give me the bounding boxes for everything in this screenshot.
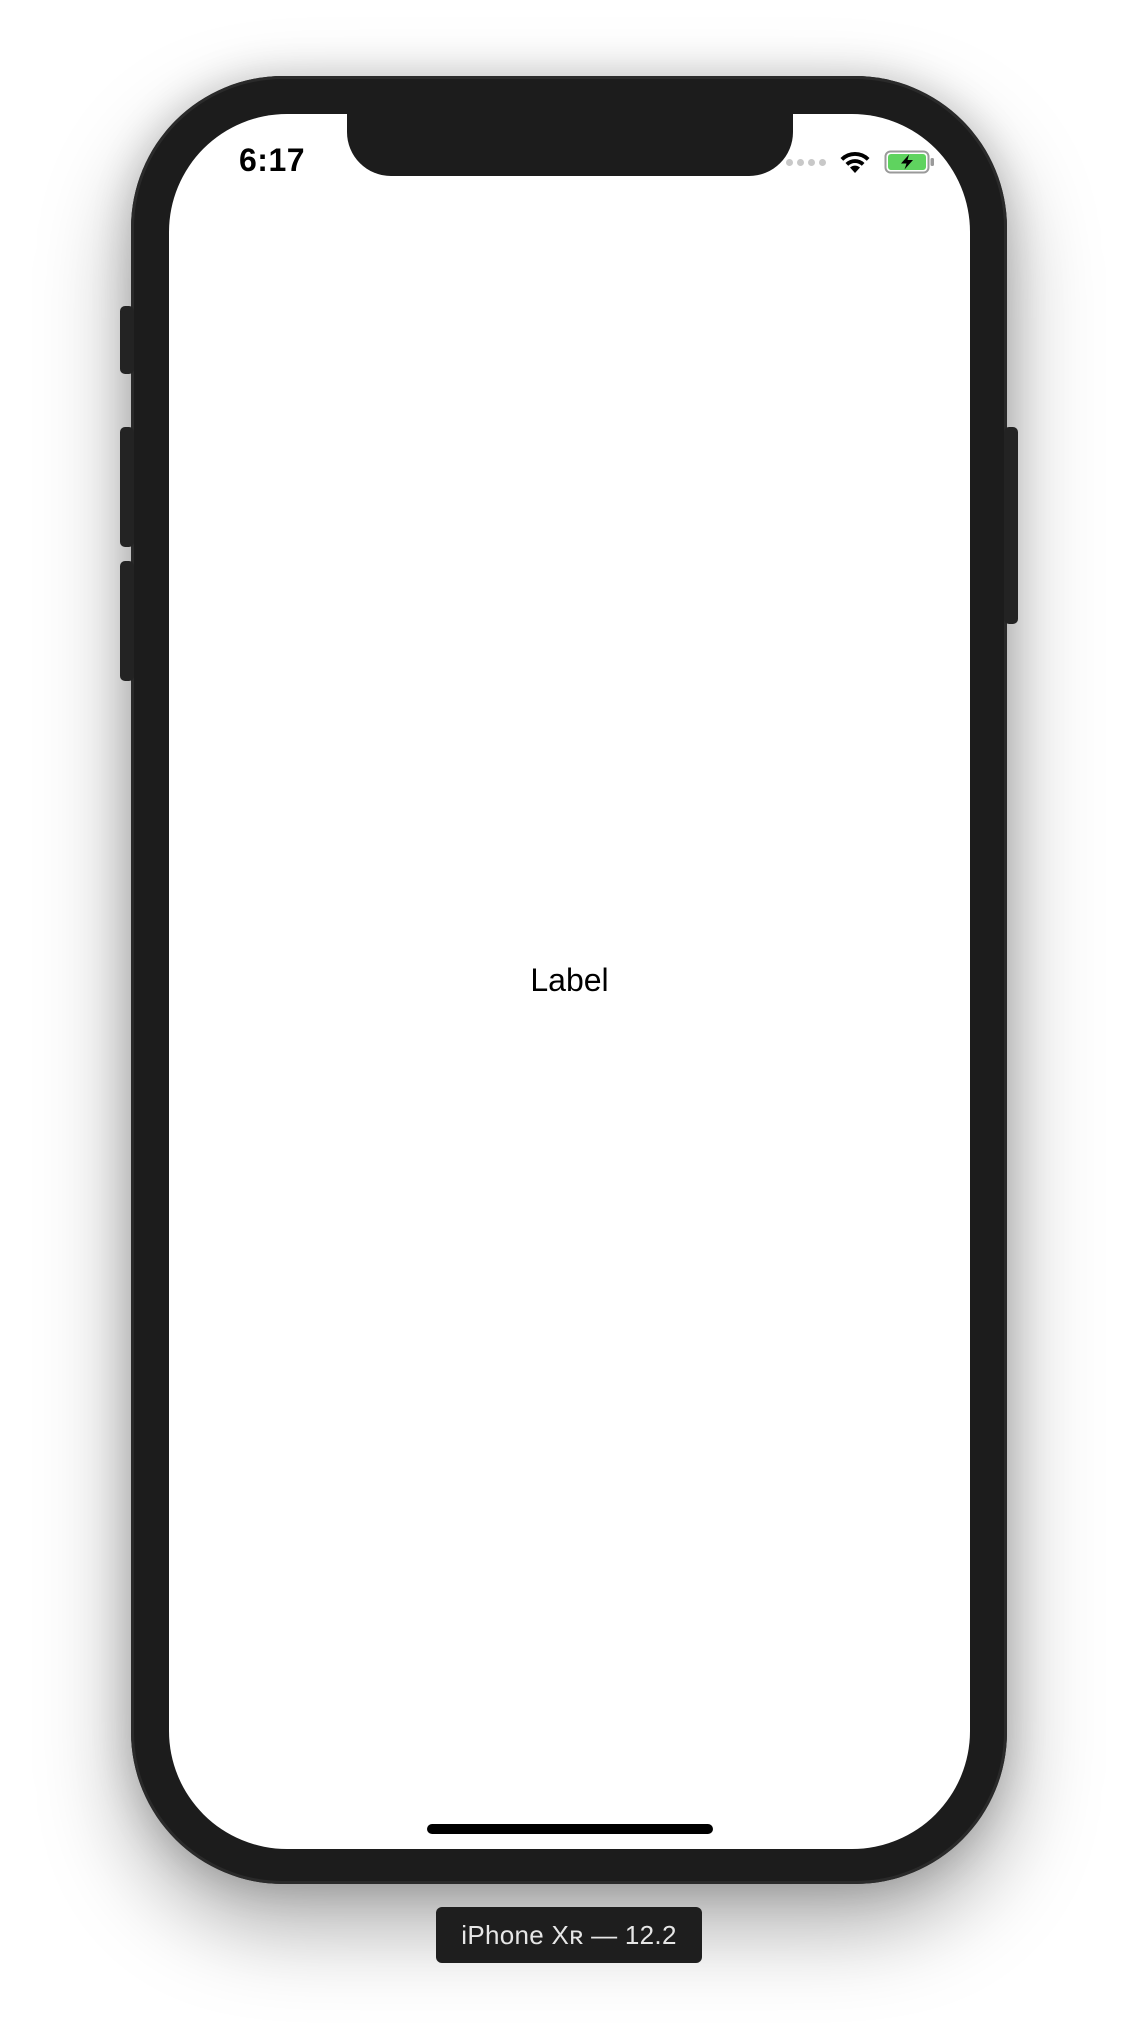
home-indicator[interactable] <box>427 1824 713 1834</box>
volume-down-button <box>120 561 134 681</box>
status-time: 6:17 <box>239 142 306 178</box>
notch <box>347 114 793 176</box>
device-screen: 6:17 Label <box>169 114 970 1849</box>
center-label: Label <box>530 962 609 998</box>
power-button <box>1004 427 1018 624</box>
status-icons <box>786 148 936 176</box>
signal-dots-icon <box>786 158 826 166</box>
volume-up-button <box>120 427 134 547</box>
device-caption: iPhone Xʀ — 12.2 <box>436 1907 702 1963</box>
silent-switch <box>120 306 134 374</box>
simulator-stage: 6:17 Label iPhone Xʀ — 12.2 <box>0 0 1138 2034</box>
wifi-icon <box>838 149 872 175</box>
battery-charging-icon <box>884 149 936 175</box>
